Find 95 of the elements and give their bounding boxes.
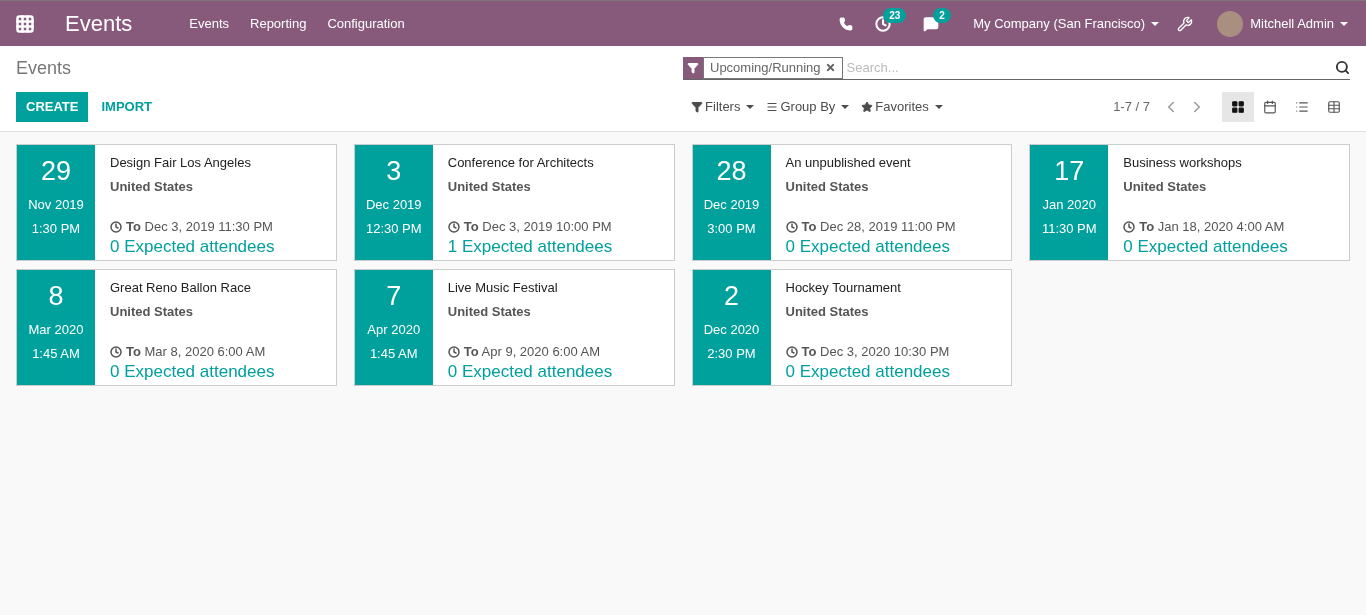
event-time: 2:30 PM [707,344,756,363]
star-icon [861,101,874,113]
message-count: 2 [933,7,951,23]
clock-icon [447,220,460,233]
menu-icon [766,101,779,113]
event-card[interactable]: 3 Dec 2019 12:30 PM Conference for Architects United States To Dec 3, 2019 10:00 PM 1 Expected attendees [353,144,675,261]
event-name: Live Music Festival [447,279,559,297]
caret-icon [1151,21,1160,26]
pager-value: 1-7 / 7 [1113,98,1150,117]
event-end-date: To Dec 3, 2019 10:00 PM [463,218,612,236]
search-field[interactable]: Upcoming/Running Search... [683,56,1350,80]
event-month: Nov 2019 [28,196,84,214]
breadcrumb-title: Events [16,56,72,80]
event-country: United States [110,177,195,196]
event-time: 1:45 AM [369,344,418,363]
event-card[interactable]: 17 Jan 2020 11:30 PM Business workshops United States To Jan 18, 2020 4:00 AM 0 Expected attendees [1029,144,1350,261]
avatar [1217,10,1244,37]
activity-count: 23 [883,7,907,23]
event-country: United States [1123,177,1208,196]
event-day: 17 [1054,155,1085,187]
company-switcher[interactable]: My Company (San Francisco) [973,13,1160,34]
search-input[interactable]: Search... [846,57,1335,78]
clock-icon [447,345,460,358]
menu-link[interactable]: Configuration [327,13,405,34]
event-name: Great Reno Ballon Race [110,279,252,297]
expected-attendees: 1 Expected attendees [447,236,613,257]
filter-icon [691,101,704,113]
caret-icon [746,105,755,109]
search-option-button[interactable]: Group By [766,97,850,117]
event-name: An unpublished event [785,154,912,172]
clock-icon [110,345,122,358]
filter-icon [683,56,703,79]
event-day: 7 [386,280,402,312]
event-day: 29 [40,155,71,187]
app-title: Events [65,10,133,38]
phone-icon[interactable] [839,16,854,31]
event-day: 8 [48,280,64,312]
menu-link[interactable]: Reporting [250,13,307,34]
search-facet: Upcoming/Running [703,56,843,79]
event-month: Apr 2020 [367,321,421,339]
event-end-date: To Apr 9, 2020 6:00 AM [463,343,601,361]
tools-icon[interactable] [1177,15,1194,32]
clock-icon [1123,220,1136,233]
event-day: 28 [716,155,747,187]
event-month: Mar 2020 [28,321,84,339]
event-time: 1:45 AM [32,344,80,363]
event-day: 2 [724,280,739,312]
remove-icon[interactable] [824,62,836,73]
event-card[interactable]: 8 Mar 2020 1:45 AM Great Reno Ballon Race United States To Mar 8, 2020 6:00 AM 0 Expected attendees [16,269,337,386]
search-option-button[interactable]: Filters [691,97,755,117]
kanban-view-icon[interactable] [1222,92,1254,122]
expected-attendees: 0 Expected attendees [785,361,950,382]
clock-icon [785,345,798,358]
expected-attendees: 0 Expected attendees [785,236,951,257]
event-country: United States [110,302,195,321]
event-card[interactable]: 28 Dec 2019 3:00 PM An unpublished event United States To Dec 28, 2019 11:00 PM 0 Expected attendees [691,144,1013,261]
search-option-button[interactable]: Favorites [861,97,943,117]
event-month: Jan 2020 [1042,196,1096,214]
event-month: Dec 2019 [703,196,760,214]
event-card[interactable]: 2 Dec 2020 2:30 PM Hockey Tournament United States To Dec 3, 2020 10:30 PM 0 Expected attendees [691,269,1013,386]
event-time: 12:30 PM [365,219,422,238]
event-country: United States [447,177,532,196]
event-end-date: To Dec 3, 2019 11:30 PM [126,218,273,236]
expected-attendees: 0 Expected attendees [110,361,275,382]
event-end-date: To Dec 3, 2020 10:30 PM [801,343,950,361]
clock-icon [785,220,798,233]
event-time: 11:30 PM [1041,219,1097,238]
event-month: Dec 2020 [703,321,760,339]
menu-link[interactable]: Events [189,13,229,34]
event-end-date: To Jan 18, 2020 4:00 AM [1139,218,1285,236]
event-name: Conference for Architects [447,154,595,172]
event-name: Hockey Tournament [785,279,902,297]
user-menu[interactable]: Mitchell Admin [1250,13,1348,34]
caret-icon [934,105,943,109]
caret-icon [841,105,850,109]
event-end-date: To Dec 28, 2019 11:00 PM [801,218,956,236]
clock-icon [110,220,122,233]
caret-icon [1340,21,1348,26]
event-month: Dec 2019 [365,196,422,214]
event-country: United States [447,302,532,321]
event-time: 1:30 PM [31,219,81,238]
event-time: 3:00 PM [707,219,756,238]
event-card[interactable]: 7 Apr 2020 1:45 AM Live Music Festival United States To Apr 9, 2020 6:00 AM 0 Expected attendees [353,269,675,386]
event-country: United States [785,177,870,196]
event-end-date: To Mar 8, 2020 6:00 AM [126,343,266,361]
event-day: 3 [386,155,402,187]
event-country: United States [785,302,870,321]
event-name: Business workshops [1123,154,1243,172]
expected-attendees: 0 Expected attendees [1123,236,1288,257]
apps-menu-icon[interactable] [15,13,35,34]
event-card[interactable]: 29 Nov 2019 1:30 PM Design Fair Los Angeles United States To Dec 3, 2019 11:30 PM 0 Expected attendees [16,144,337,261]
search-icon[interactable] [1335,60,1350,75]
expected-attendees: 0 Expected attendees [447,361,613,382]
event-name: Design Fair Los Angeles [110,154,252,172]
expected-attendees: 0 Expected attendees [110,236,275,257]
